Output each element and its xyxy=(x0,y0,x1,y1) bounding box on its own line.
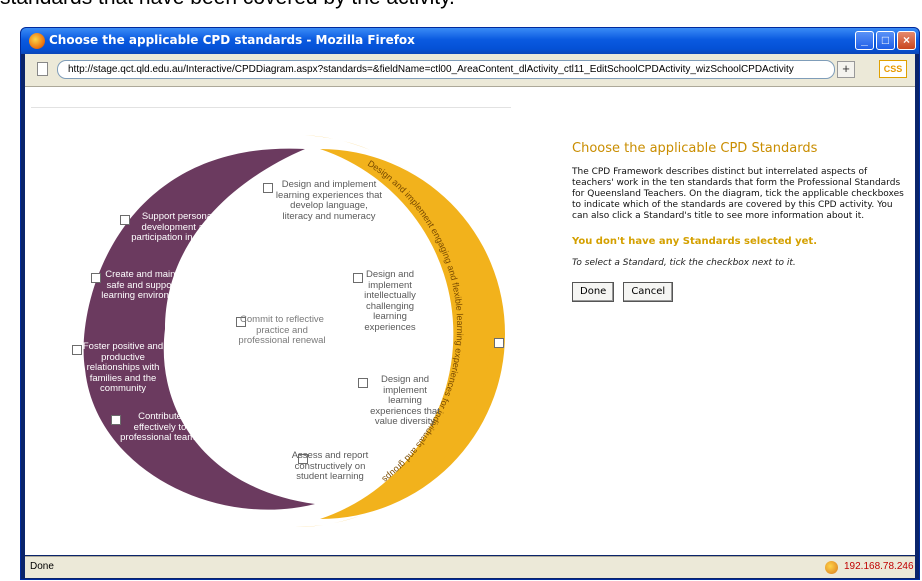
standard-relationships-families[interactable]: Foster positive and productive relations… xyxy=(80,341,166,395)
no-selection-warning: You don't have any Standards selected ye… xyxy=(572,236,818,247)
navigation-bar: http://stage.qct.qld.edu.au/Interactive/… xyxy=(25,54,915,87)
close-button[interactable]: × xyxy=(897,31,916,50)
standard-value-diversity[interactable]: Design and implement learning experience… xyxy=(365,374,445,428)
standard-intellectually-challenging[interactable]: Design and implement intellectually chal… xyxy=(359,269,421,333)
standard-language-literacy-numeracy[interactable]: Design and implement learning experience… xyxy=(275,179,383,222)
ip-address: 192.168.78.246 xyxy=(844,561,914,572)
firebug-icon[interactable] xyxy=(825,561,838,574)
panel-description: The CPD Framework describes distinct but… xyxy=(572,167,904,221)
checkbox-engaging-flexible-learning[interactable] xyxy=(494,338,504,348)
firefox-popup-window: Choose the applicable CPD standards - Mo… xyxy=(20,27,920,580)
page-caption: standards that have been covered by the … xyxy=(0,0,455,10)
add-bookmark-button[interactable]: + xyxy=(837,61,855,78)
done-button[interactable]: Done xyxy=(572,282,615,302)
firefox-icon xyxy=(29,33,45,49)
maximize-button[interactable]: □ xyxy=(876,31,895,50)
checkbox-safe-supportive-environments[interactable] xyxy=(91,273,101,283)
info-panel: Choose the applicable CPD Standards The … xyxy=(572,141,906,302)
standard-assess-report[interactable]: Assess and report constructively on stud… xyxy=(287,450,373,483)
standard-reflective-practice[interactable]: Commit to reflective practice and profes… xyxy=(237,314,327,347)
standard-support-personal-development[interactable]: Support personal development and partici… xyxy=(131,211,225,244)
standard-professional-teams[interactable]: Contribute effectively to professional t… xyxy=(120,411,200,444)
status-text: Done xyxy=(30,561,54,572)
cancel-button[interactable]: Cancel xyxy=(623,282,674,302)
selection-hint: To select a Standard, tick the checkbox … xyxy=(572,258,796,268)
css-toggle-button[interactable]: CSS xyxy=(879,60,907,78)
button-row: Done Cancel xyxy=(572,281,906,302)
checkbox-language-literacy-numeracy[interactable] xyxy=(263,183,273,193)
window-title: Choose the applicable CPD standards - Mo… xyxy=(49,33,415,47)
page-content: Design and implement engaging and flexib… xyxy=(25,87,915,555)
status-bar: Done 192.168.78.246 xyxy=(25,556,915,578)
divider xyxy=(31,107,511,108)
panel-title: Choose the applicable CPD Standards xyxy=(572,141,818,156)
checkbox-support-personal-development[interactable] xyxy=(120,215,130,225)
url-field[interactable]: http://stage.qct.qld.edu.au/Interactive/… xyxy=(57,60,835,79)
minimize-button[interactable]: _ xyxy=(855,31,874,50)
page-icon xyxy=(37,62,48,76)
title-bar[interactable]: Choose the applicable CPD standards - Mo… xyxy=(21,28,919,54)
standard-safe-supportive-environments[interactable]: Create and maintain safe and supportive … xyxy=(101,269,195,302)
